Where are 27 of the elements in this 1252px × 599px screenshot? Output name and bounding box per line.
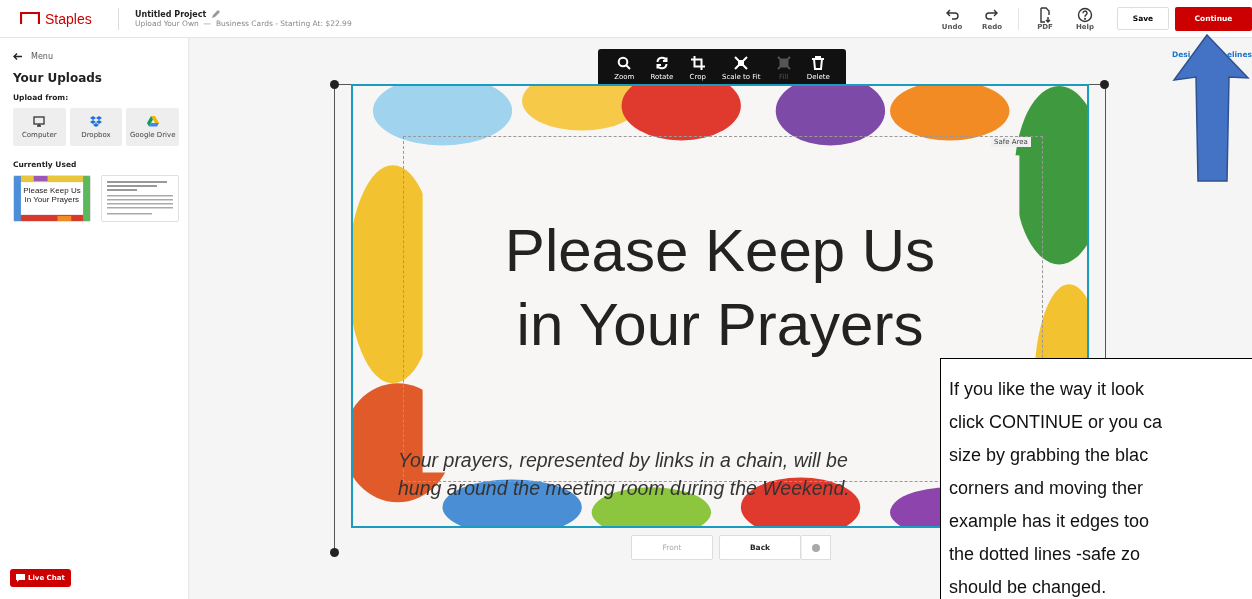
search-icon — [617, 56, 632, 70]
document-download-icon — [1037, 6, 1053, 23]
square-expand-icon — [776, 56, 791, 70]
chat-bubble-icon — [16, 574, 25, 582]
resize-handle[interactable] — [330, 80, 339, 89]
monitor-icon — [33, 115, 46, 127]
rotate-icon — [654, 56, 669, 70]
card-headline: Please Keep Us — [504, 216, 936, 286]
pencil-icon[interactable] — [211, 9, 221, 19]
crop-icon — [690, 56, 705, 70]
resize-handle[interactable] — [1100, 80, 1109, 89]
help-icon — [1077, 6, 1093, 23]
instruction-callout: If you like the way it look click CONTINUE or you ca size by grabbing the blac corners and moving ther example has it edges too the dotted lines -safe zo should be changed. — [940, 358, 1252, 599]
front-thumbnail[interactable]: Please Keep Us in Your Prayers — [13, 175, 91, 222]
staples-logo[interactable]: Staples — [20, 10, 100, 27]
back-thumbnail[interactable] — [101, 175, 179, 222]
menu-back-link[interactable]: Menu — [13, 52, 53, 61]
dropbox-icon — [90, 115, 102, 127]
panel-title: Your Uploads — [13, 71, 103, 85]
thumbnail-headline: Please Keep Us in Your Prayers — [22, 187, 82, 205]
back-arrow-icon — [13, 53, 22, 60]
card-headline: in Your Prayers — [516, 290, 924, 360]
arrows-inward-icon — [734, 56, 749, 70]
project-title: Untitled Project — [135, 9, 207, 19]
drive-triangle-icon — [146, 115, 159, 127]
resize-handle[interactable] — [330, 548, 339, 557]
trash-icon — [811, 56, 826, 70]
